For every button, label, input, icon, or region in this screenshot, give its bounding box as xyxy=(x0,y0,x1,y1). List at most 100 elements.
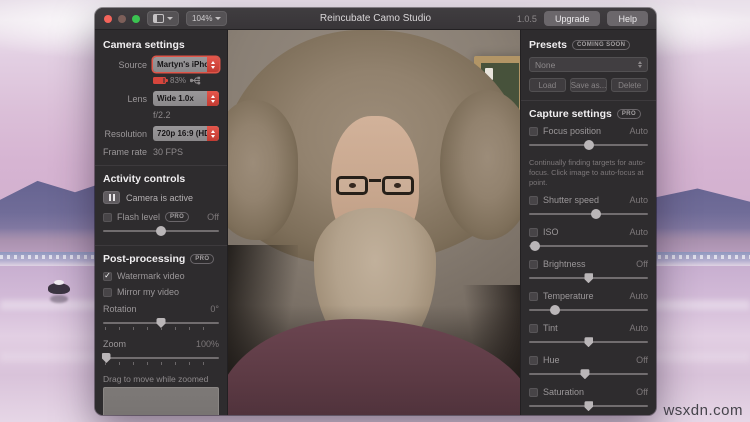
capture-control-row: Brightness Off xyxy=(529,259,648,284)
delete-button[interactable]: Delete xyxy=(611,78,649,92)
titlebar: 104% Reincubate Camo Studio 1.0.5 Upgrad… xyxy=(95,8,656,30)
presets-dropdown[interactable]: None xyxy=(529,57,648,72)
capture-control-row: Saturation Off xyxy=(529,387,648,412)
close-button[interactable] xyxy=(104,14,112,23)
lens-dropdown[interactable]: Wide 1.0x xyxy=(153,91,219,106)
control-checkbox[interactable] xyxy=(529,195,538,205)
presets-header: Presets xyxy=(529,39,567,51)
load-button[interactable]: Load xyxy=(529,78,566,92)
zoom-window-button[interactable] xyxy=(132,14,140,23)
control-slider[interactable] xyxy=(529,304,648,316)
frame-rate-label: Frame rate xyxy=(103,147,148,157)
lens-label: Lens xyxy=(127,93,147,104)
control-value: Auto xyxy=(629,195,648,206)
battery-icon xyxy=(153,77,168,84)
minimize-button[interactable] xyxy=(118,14,126,23)
flash-checkbox[interactable] xyxy=(103,212,112,222)
control-slider[interactable] xyxy=(529,208,648,220)
control-label: Hue xyxy=(543,355,560,366)
camera-preview[interactable] xyxy=(228,30,520,415)
control-slider[interactable] xyxy=(529,272,648,284)
control-checkbox[interactable] xyxy=(529,259,538,269)
control-label: ISO xyxy=(543,227,559,238)
flash-slider[interactable] xyxy=(103,225,219,237)
divider xyxy=(95,245,227,246)
capture-settings-panel: Presets COMING SOON None Load Save as...… xyxy=(520,30,656,415)
control-checkbox[interactable] xyxy=(529,227,538,237)
control-value: Auto xyxy=(629,126,648,136)
aperture-value: f/2.2 xyxy=(153,110,171,120)
camo-studio-window: 104% Reincubate Camo Studio 1.0.5 Upgrad… xyxy=(95,8,656,415)
watermark-checkbox[interactable] xyxy=(103,271,112,281)
control-slider[interactable] xyxy=(529,400,648,412)
watermark-label: Watermark video xyxy=(117,271,185,281)
capture-control-row: Temperature Auto xyxy=(529,291,648,316)
flash-value: Off xyxy=(207,212,219,222)
divider xyxy=(521,100,656,101)
flash-label: Flash level xyxy=(117,212,161,222)
save-as-button[interactable]: Save as... xyxy=(569,78,608,92)
control-label: Tint xyxy=(543,323,558,334)
control-slider[interactable] xyxy=(529,336,648,348)
pro-badge: PRO xyxy=(616,109,642,119)
source-dropdown[interactable]: Martyn's iPhone 6S xyxy=(153,57,219,72)
resolution-dropdown[interactable]: 720p 16:9 (HD) xyxy=(153,126,219,141)
rotation-label: Rotation xyxy=(103,304,137,314)
divider xyxy=(95,165,227,166)
autofocus-note: Continually finding targets for auto-foc… xyxy=(529,158,646,187)
lake-rock xyxy=(48,280,70,294)
pause-camera-button[interactable] xyxy=(103,191,120,204)
control-slider[interactable] xyxy=(529,139,648,151)
control-label: Shutter speed xyxy=(543,195,600,206)
coming-soon-badge: COMING SOON xyxy=(571,40,631,50)
lens-value: Wide 1.0x xyxy=(157,94,194,103)
control-value: Off xyxy=(636,355,648,366)
control-checkbox[interactable] xyxy=(529,291,538,301)
control-checkbox[interactable] xyxy=(529,126,538,136)
usb-icon xyxy=(190,76,201,85)
sidebar-toggle-button[interactable] xyxy=(147,11,179,26)
control-value: Auto xyxy=(629,291,648,302)
capture-control-row: Focus position Auto xyxy=(529,126,648,151)
site-watermark: wsxdn.com xyxy=(663,402,743,419)
zoom-pan-preview[interactable] xyxy=(103,387,219,415)
control-checkbox[interactable] xyxy=(529,323,538,333)
stepper-icon xyxy=(207,91,219,106)
zoom-level-value: 104% xyxy=(192,14,213,23)
camera-active-label: Camera is active xyxy=(126,192,194,203)
stepper-icon xyxy=(638,61,642,68)
traffic-lights xyxy=(104,14,140,23)
zoom-label: Zoom xyxy=(103,339,127,349)
capture-control-row: ISO Auto xyxy=(529,227,648,252)
stepper-icon xyxy=(207,57,219,72)
control-value: Off xyxy=(636,259,648,270)
control-label: Brightness xyxy=(543,259,586,270)
control-checkbox[interactable] xyxy=(529,355,538,365)
upgrade-button[interactable]: Upgrade xyxy=(543,11,601,26)
rotation-slider[interactable] xyxy=(103,317,219,332)
capture-controls-list: Focus position Auto Continually finding … xyxy=(529,126,648,415)
resolution-label: Resolution xyxy=(104,128,147,139)
help-button[interactable]: Help xyxy=(607,11,648,26)
capture-control-row: Shutter speed Auto xyxy=(529,195,648,220)
control-checkbox[interactable] xyxy=(529,387,538,397)
zoom-slider[interactable] xyxy=(101,352,219,367)
post-processing-header: Post-processing xyxy=(103,253,186,265)
source-label: Source xyxy=(118,59,147,70)
source-value: Martyn's iPhone 6S xyxy=(157,60,207,69)
pro-badge: PRO xyxy=(165,212,190,222)
presets-value: None xyxy=(535,59,556,70)
control-slider[interactable] xyxy=(529,368,648,380)
resolution-value: 720p 16:9 (HD) xyxy=(157,129,207,138)
person-glasses xyxy=(336,176,414,196)
pro-badge: PRO xyxy=(190,254,215,264)
battery-percent: 83% xyxy=(170,76,187,85)
zoom-level-dropdown[interactable]: 104% xyxy=(186,11,228,26)
control-slider[interactable] xyxy=(529,240,648,252)
zoom-value: 100% xyxy=(195,339,219,349)
app-version: 1.0.5 xyxy=(516,13,537,24)
mirror-checkbox[interactable] xyxy=(103,287,112,297)
capture-control-row: Hue Off xyxy=(529,355,648,380)
control-label: Focus position xyxy=(543,126,602,136)
chevron-down-icon xyxy=(215,17,222,20)
